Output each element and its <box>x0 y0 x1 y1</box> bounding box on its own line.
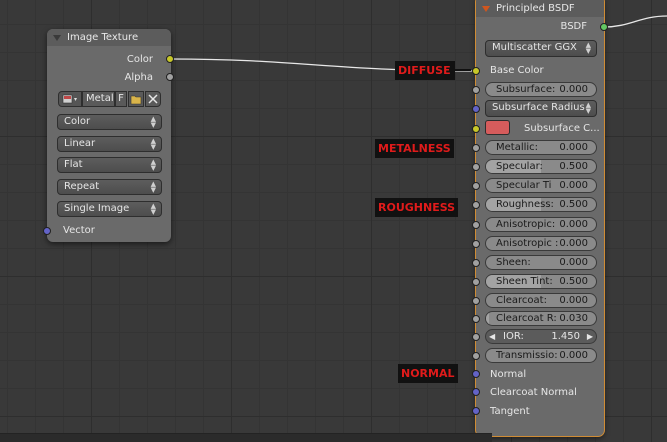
diffuse-annotation: DIFFUSE <box>395 61 455 80</box>
principled-bsdf-title: Principled BSDF <box>496 3 575 14</box>
sheen-socket[interactable] <box>472 259 480 267</box>
specular-socket[interactable] <box>472 163 480 171</box>
subsurface-radius-socket[interactable] <box>472 105 480 113</box>
clearcoat-roughness-slider[interactable]: Clearcoat R: 0.030 <box>485 311 597 326</box>
normal-socket[interactable] <box>472 370 480 378</box>
projection-dropdown[interactable]: Flat ▲ ▼ <box>57 157 162 173</box>
clearcoat-normal-label: Clearcoat Normal <box>490 387 577 398</box>
roughness-annotation: ROUGHNESS <box>375 198 459 217</box>
color-space-dropdown[interactable]: Color ▲ ▼ <box>57 114 162 130</box>
normal-label: Normal <box>490 369 527 380</box>
chevron-updown-icon: ▲ ▼ <box>150 115 156 129</box>
clearcoat-socket[interactable] <box>472 297 480 305</box>
normal-annotation: NORMAL <box>398 364 458 383</box>
bsdf-output-label: BSDF <box>560 21 587 32</box>
extension-dropdown[interactable]: Repeat ▲ ▼ <box>57 179 162 195</box>
base-color-label: Base Color <box>490 65 544 76</box>
source-dropdown[interactable]: Single Image ▲ ▼ <box>57 201 162 217</box>
collapse-triangle-icon[interactable] <box>482 5 490 12</box>
clearcoat-normal-socket[interactable] <box>472 388 480 396</box>
sheen-tint-slider[interactable]: Sheen Tint: 0.500 <box>485 274 597 289</box>
vector-input-label: Vector <box>63 225 95 236</box>
chevron-updown-icon: ▲ ▼ <box>585 101 591 115</box>
alpha-output-socket[interactable] <box>166 73 174 81</box>
open-folder-icon[interactable] <box>128 91 144 107</box>
subsurface-socket[interactable] <box>472 86 480 94</box>
vector-input-socket[interactable] <box>43 227 51 235</box>
collapse-triangle-icon[interactable] <box>53 34 61 41</box>
anisotropic-socket[interactable] <box>472 221 480 229</box>
color-output-label: Color <box>126 54 153 65</box>
tangent-label: Tangent <box>490 406 530 417</box>
metalness-annotation: METALNESS <box>375 139 454 158</box>
transmission-socket[interactable] <box>472 352 480 360</box>
unlink-x-icon[interactable] <box>145 91 161 107</box>
principled-bsdf-header[interactable]: Principled BSDF <box>476 0 604 17</box>
diffuse-arrow <box>449 69 471 71</box>
bsdf-output-socket[interactable] <box>600 23 608 31</box>
chevron-updown-icon: ▲ ▼ <box>150 180 156 194</box>
specular-tint-slider[interactable]: Specular Ti 0.000 <box>485 178 597 193</box>
transmission-slider[interactable]: Transmissio: 0.000 <box>485 348 597 363</box>
metallic-socket[interactable] <box>472 144 480 152</box>
anisotropic-rotation-slider[interactable]: Anisotropic :0.000 <box>485 236 597 251</box>
image-name-field[interactable]: Metal <box>82 91 115 107</box>
chevron-updown-icon: ▲ ▼ <box>150 158 156 172</box>
bsdf-output-link <box>603 15 667 28</box>
anisotropic-rotation-socket[interactable] <box>472 240 480 248</box>
clearcoat-roughness-fill <box>486 312 490 325</box>
distribution-dropdown[interactable]: Multiscatter GGX ▲ ▼ <box>485 40 597 57</box>
alpha-output-label: Alpha <box>124 72 153 83</box>
chevron-updown-icon: ▲ ▼ <box>585 41 591 55</box>
fake-user-button[interactable]: F <box>115 91 127 107</box>
image-browse-icon[interactable] <box>58 91 82 107</box>
subsurface-color-label: Subsurface C... <box>524 123 600 134</box>
interpolation-dropdown[interactable]: Linear ▲ ▼ <box>57 136 162 152</box>
image-texture-node[interactable]: Image Texture Color Alpha Metal F Color ▲… <box>47 29 171 242</box>
tangent-socket[interactable] <box>472 407 480 415</box>
anisotropic-slider[interactable]: Anisotropic: 0.000 <box>485 217 597 232</box>
chevron-updown-icon: ▲ ▼ <box>150 202 156 216</box>
metallic-slider[interactable]: Metallic: 0.000 <box>485 140 597 155</box>
specular-tint-socket[interactable] <box>472 182 480 190</box>
subsurface-slider[interactable]: Subsurface: 0.000 <box>485 82 597 97</box>
sheen-slider[interactable]: Sheen: 0.000 <box>485 255 597 270</box>
clearcoat-roughness-socket[interactable] <box>472 315 480 323</box>
roughness-socket[interactable] <box>472 201 480 209</box>
image-texture-header[interactable]: Image Texture <box>47 29 171 46</box>
chevron-updown-icon: ▲ ▼ <box>150 137 156 151</box>
decrement-arrow-icon[interactable]: ◀ <box>489 330 495 343</box>
image-selector[interactable]: Metal F <box>58 91 162 108</box>
subsurface-color-socket[interactable] <box>472 125 480 133</box>
color-output-socket[interactable] <box>166 55 174 63</box>
image-texture-title: Image Texture <box>67 32 139 43</box>
clearcoat-slider[interactable]: Clearcoat: 0.000 <box>485 293 597 308</box>
increment-arrow-icon[interactable]: ▶ <box>587 330 593 343</box>
roughness-slider[interactable]: Roughness: 0.500 <box>485 197 597 212</box>
subsurface-method-dropdown[interactable]: Subsurface Radius ▲ ▼ <box>485 100 597 117</box>
specular-slider[interactable]: Specular: 0.500 <box>485 159 597 174</box>
base-color-socket[interactable] <box>472 67 480 75</box>
subsurface-color-swatch[interactable] <box>485 120 510 135</box>
sheen-tint-socket[interactable] <box>472 278 480 286</box>
principled-bsdf-node[interactable]: Principled BSDF BSDF Multiscatter GGX ▲ ▼ … <box>476 0 604 436</box>
ior-socket[interactable] <box>472 333 480 341</box>
ior-field[interactable]: ◀ IOR: 1.450 ▶ <box>485 329 597 344</box>
